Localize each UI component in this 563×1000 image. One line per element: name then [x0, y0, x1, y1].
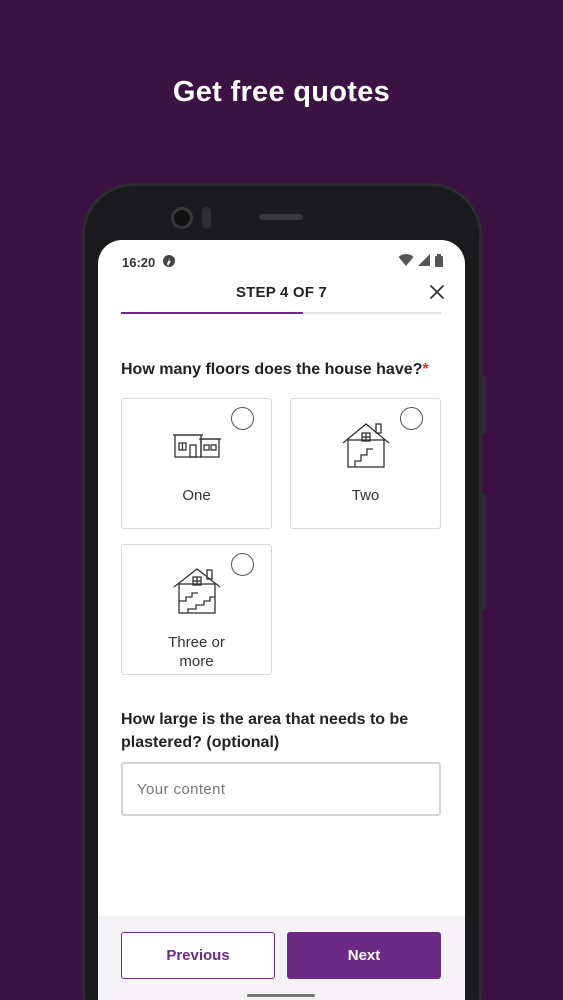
two-storey-house-icon [341, 421, 391, 469]
previous-button[interactable]: Previous [121, 932, 275, 979]
option-label-text: Three or more [168, 634, 225, 670]
single-storey-house-icon [172, 421, 222, 469]
home-indicator [247, 994, 315, 997]
notification-icon [162, 254, 176, 273]
question-floors-text: How many floors does the house have? [121, 361, 423, 378]
footer-bar: Previous Next [98, 916, 465, 1000]
progress-bar-fill [121, 312, 304, 314]
option-label: Three or more [122, 633, 271, 671]
step-header: STEP 4 OF 7 [98, 284, 465, 314]
phone-volume-button [481, 376, 486, 434]
wifi-icon [398, 254, 414, 272]
phone-camera [171, 207, 193, 229]
promo-title: Get free quotes [172, 76, 391, 108]
step-indicator: STEP 4 OF 7 [235, 284, 328, 301]
progress-bar [121, 312, 441, 314]
status-time: 16:20 [122, 255, 156, 270]
radio-button[interactable] [231, 553, 254, 576]
close-icon[interactable] [429, 284, 445, 305]
question-floors-label: How many floors does the house have?* [121, 361, 451, 379]
radio-button[interactable] [400, 407, 423, 430]
option-two-floors[interactable]: Two [290, 398, 441, 529]
phone-speaker [259, 214, 303, 220]
option-three-or-more-floors[interactable]: Three or more [121, 544, 272, 675]
area-input[interactable] [121, 762, 441, 816]
required-mark: * [422, 361, 429, 378]
battery-icon [435, 254, 443, 272]
multi-storey-house-icon [172, 567, 222, 615]
next-button[interactable]: Next [287, 932, 441, 979]
option-label: One [182, 487, 211, 504]
option-one-floor[interactable]: One [121, 398, 272, 529]
phone-sensor [202, 207, 211, 229]
signal-icon [418, 254, 431, 272]
option-label: Two [351, 487, 380, 504]
status-bar: 16:20 [98, 240, 465, 282]
phone-power-button [481, 494, 486, 610]
question-area-label: How large is the area that needs to be p… [121, 711, 409, 751]
radio-button[interactable] [231, 407, 254, 430]
app-screen: 16:20 STEP 4 OF 7 How many floors does t… [98, 240, 465, 1000]
